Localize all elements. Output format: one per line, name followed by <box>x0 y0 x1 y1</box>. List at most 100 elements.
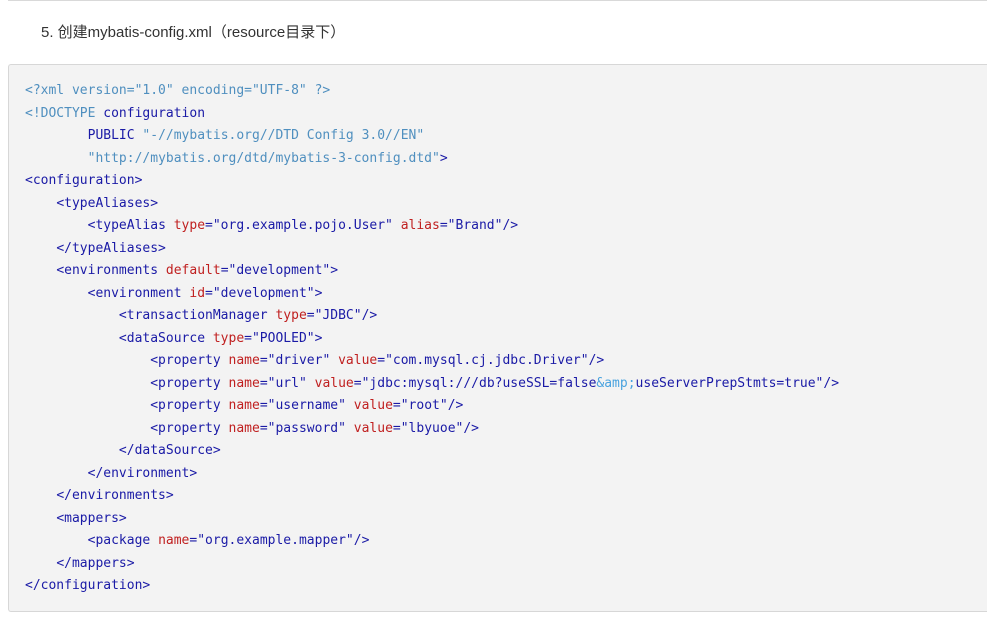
code-token-attr: name <box>228 353 260 368</box>
code-token-attr: alias <box>400 218 440 233</box>
code-token-tag: /> <box>823 375 840 391</box>
code-token-tag <box>330 353 338 368</box>
code-lines[interactable]: <?xml version="1.0" encoding="UTF-8" ?> <… <box>25 80 987 598</box>
code-token-tag: <mappers> <box>56 510 127 526</box>
code-token-tag: </typeAliases> <box>56 240 166 256</box>
code-line: <typeAliases> <box>25 193 987 216</box>
code-token-attr: value <box>353 398 393 413</box>
code-token-tag: PUBLIC <box>87 128 143 143</box>
code-token-tag: /> <box>588 353 605 368</box>
code-token-attr: value <box>353 420 393 436</box>
code-line: </environments> <box>25 485 987 508</box>
code-token-tag: <typeAliases> <box>56 195 159 211</box>
code-token-attr: name <box>228 375 260 391</box>
code-line: <?xml version="1.0" encoding="UTF-8" ?> <box>25 80 987 103</box>
code-token-attr: type <box>173 218 206 233</box>
code-token-tag: /> <box>447 398 464 413</box>
code-line: </dataSource> <box>25 440 987 463</box>
code-token-tag: = <box>306 308 315 323</box>
code-token-tag: </dataSource> <box>118 443 221 458</box>
code-token-tag <box>307 376 315 391</box>
code-token-tag: = <box>392 420 401 436</box>
code-line: <package name="org.example.mapper"/> <box>25 530 987 553</box>
code-token-tag: = <box>259 353 268 368</box>
code-token-str: "development" <box>212 285 315 301</box>
code-token-str: "development" <box>228 263 331 278</box>
code-line: <!DOCTYPE configuration <box>25 103 987 126</box>
code-token-str: "com.mysql.cj.jdbc.Driver" <box>385 353 589 368</box>
code-token-tag: /> <box>361 308 378 323</box>
code-token-attr: name <box>228 420 260 436</box>
code-token-tag <box>346 421 354 436</box>
code-token-ent: &amp; <box>596 375 636 391</box>
code-token-attr: type <box>275 308 307 323</box>
code-token-tag: </mappers> <box>56 555 135 571</box>
code-token-str: "POOLED" <box>251 330 315 346</box>
code-line: </environment> <box>25 463 987 486</box>
code-token-attr: value <box>338 353 378 368</box>
code-line: <property name="driver" value="com.mysql… <box>25 350 987 373</box>
code-token-str: "password" <box>267 420 346 436</box>
code-token-tag: = <box>377 353 386 368</box>
code-line: <dataSource type="POOLED"> <box>25 328 987 351</box>
code-token-str: "Brand" <box>447 218 503 233</box>
code-line: <environments default="development"> <box>25 260 987 283</box>
code-line: <typeAlias type="org.example.pojo.User" … <box>25 215 987 238</box>
code-token-meta: "http://mybatis.org/dtd/mybatis-3-config… <box>87 150 440 166</box>
code-token-tag: <configuration> <box>25 173 143 188</box>
code-line: </typeAliases> <box>25 238 987 261</box>
code-token-attr: default <box>165 263 221 278</box>
code-token-tag: <package <box>87 533 159 548</box>
code-line: <property name="password" value="lbyuoe"… <box>25 418 987 441</box>
code-token-tag: </environments> <box>56 488 174 503</box>
code-token-attr: id <box>189 285 206 301</box>
code-token-meta: <!DOCTYPE <box>25 105 104 121</box>
code-token-attr: type <box>212 330 245 346</box>
code-line: </mappers> <box>25 553 987 576</box>
code-token-tag: configuration <box>103 105 206 121</box>
code-token-tag: </environment> <box>87 465 198 481</box>
code-token-tag: = <box>439 218 448 233</box>
code-token-tag: <transactionManager <box>118 308 276 323</box>
code-token-tag: = <box>220 263 229 278</box>
code-token-attr: name <box>228 398 260 413</box>
code-token-str: "org.example.pojo.User" <box>212 218 393 233</box>
code-token-tag: <environment <box>87 285 190 301</box>
code-token-tag: = <box>353 375 362 391</box>
code-token-str: "root" <box>400 398 448 413</box>
code-token-str: "JDBC" <box>314 308 362 323</box>
code-line: PUBLIC "-//mybatis.org//DTD Config 3.0//… <box>25 125 987 148</box>
code-token-tag: > <box>330 263 339 278</box>
code-line: <property name="url" value="jdbc:mysql:/… <box>25 373 987 396</box>
code-token-tag: <property <box>150 420 229 436</box>
code-token-attr: value <box>314 375 354 391</box>
code-token-str: "jdbc:mysql:///db?useSSL=false <box>361 375 597 391</box>
code-token-attr: name <box>158 533 190 548</box>
step-heading: 5. 创建mybatis-config.xml（resource目录下） <box>41 24 346 41</box>
code-token-tag: > <box>314 330 323 346</box>
code-line: "http://mybatis.org/dtd/mybatis-3-config… <box>25 148 987 171</box>
code-block[interactable]: <?xml version="1.0" encoding="UTF-8" ?> <… <box>8 64 987 612</box>
top-divider <box>8 0 987 1</box>
code-token-tag: <property <box>150 398 229 413</box>
code-token-str: "username" <box>267 398 346 413</box>
code-token-tag: /> <box>463 420 480 436</box>
code-token-tag: <dataSource <box>118 330 213 346</box>
code-token-tag: <property <box>150 375 229 391</box>
